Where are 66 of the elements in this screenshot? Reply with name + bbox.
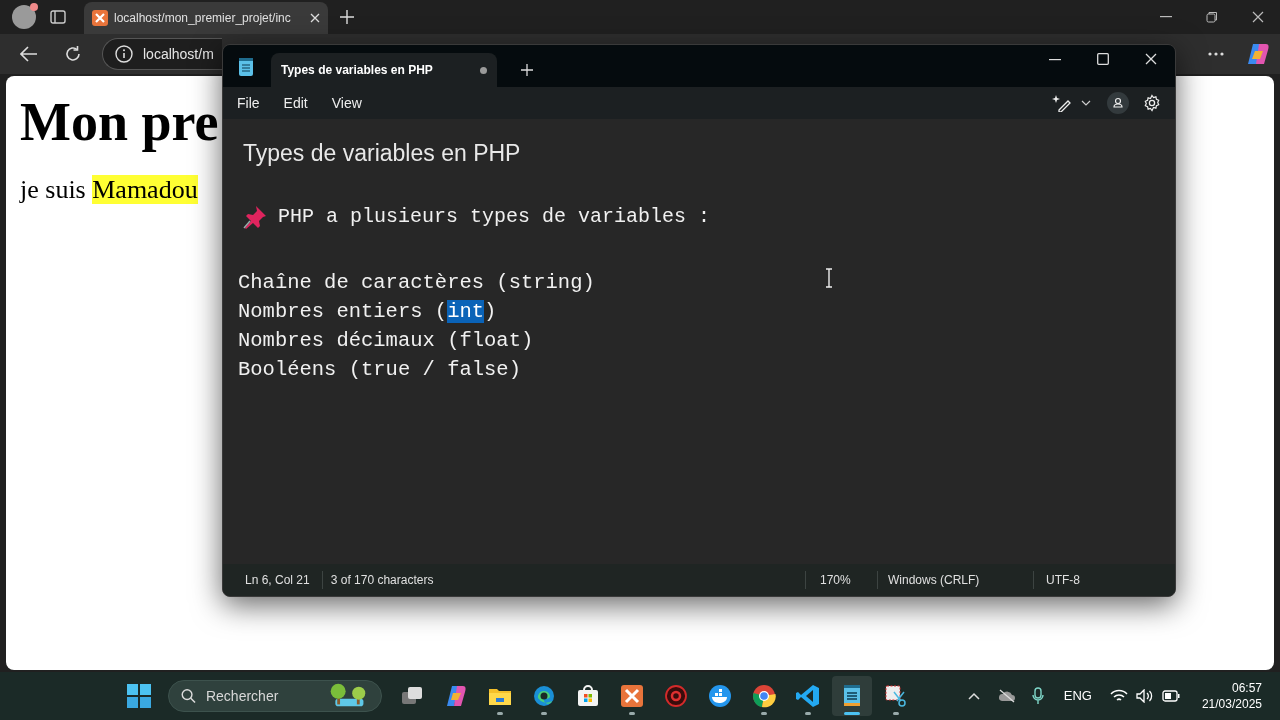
search-box[interactable]: Rechercher [168, 680, 382, 712]
document-heading: Types de variables en PHP [243, 139, 522, 167]
document-line: Booléens (true / false) [238, 357, 521, 383]
restore-icon[interactable] [1206, 11, 1218, 23]
tab-title: localhost/mon_premier_projet/inc [114, 10, 291, 27]
tab-title: Types de variables en PHP [281, 62, 433, 79]
tab-actions-icon[interactable] [50, 10, 66, 24]
store-bag-icon [576, 684, 600, 708]
page-heading: Mon pre [20, 91, 219, 154]
page-paragraph: je suis Mamadou [20, 174, 198, 206]
new-tab-icon[interactable] [521, 64, 533, 76]
volume-icon[interactable] [1135, 689, 1154, 703]
search-input[interactable]: Rechercher [205, 685, 316, 707]
menu-item[interactable]: Edit [271, 88, 320, 118]
document-line: Nombres entiers (int) [238, 299, 497, 325]
address-bar[interactable]: localhost/m [102, 38, 222, 70]
zoom-level[interactable]: 170% [805, 571, 877, 589]
clock-time[interactable]: 06:57 [1231, 680, 1262, 696]
close-icon[interactable] [310, 13, 320, 23]
character-count: 3 of 170 characters [329, 572, 434, 589]
battery-icon[interactable] [1161, 690, 1180, 702]
copilot-icon [444, 684, 468, 708]
target-icon [664, 684, 688, 708]
notepad-icon [239, 58, 253, 76]
account-icon[interactable] [1107, 92, 1129, 114]
text-cursor-icon [824, 268, 834, 288]
wifi-icon[interactable] [1109, 689, 1128, 703]
document-tab[interactable]: Types de variables en PHP [271, 53, 497, 87]
whale-icon [708, 684, 732, 708]
info-icon [115, 45, 133, 63]
address-text: localhost/m [143, 44, 214, 64]
scissors-icon [884, 684, 908, 708]
xampp-icon [620, 684, 644, 708]
app-favicon-icon [92, 10, 108, 26]
start-icon[interactable] [127, 684, 151, 708]
line-ending[interactable]: Windows (CRLF) [877, 571, 1033, 589]
close-icon[interactable] [1145, 53, 1157, 65]
cloud-off-icon[interactable] [997, 689, 1016, 703]
back-icon[interactable] [20, 46, 38, 62]
menu-item[interactable]: View [319, 88, 374, 118]
document-line: Nombres décimaux (float) [238, 328, 534, 354]
document-line: PHP a plusieurs types de variables : [278, 204, 711, 230]
cursor-position: Ln 6, Col 21 [223, 571, 323, 589]
profile-avatar[interactable] [12, 5, 36, 29]
chevron-up-icon[interactable] [967, 692, 980, 700]
pushpin-icon [242, 204, 268, 230]
chevron-down-icon[interactable] [1081, 100, 1091, 106]
reload-icon[interactable] [64, 45, 82, 63]
code-editor-icon [796, 684, 820, 708]
maximize-icon[interactable] [1097, 53, 1109, 65]
sparkle-pen-icon[interactable] [1051, 94, 1071, 112]
document-line: Chaîne de caractères (string) [238, 270, 595, 296]
browser-tab[interactable]: localhost/mon_premier_projet/inc [84, 2, 328, 34]
new-tab-button[interactable] [340, 10, 354, 24]
chrome-icon [752, 684, 776, 708]
clock-date[interactable]: 21/03/2025 [1201, 696, 1262, 712]
menu-item[interactable]: File [225, 88, 272, 118]
encoding[interactable]: UTF-8 [1033, 571, 1175, 589]
microphone-icon[interactable] [1031, 687, 1044, 705]
close-icon[interactable] [1252, 11, 1264, 23]
copilot-icon[interactable] [1246, 43, 1270, 65]
search-icon [181, 688, 196, 704]
settings-icon[interactable] [1143, 94, 1161, 112]
language-indicator[interactable]: ENG [1063, 686, 1092, 706]
more-icon[interactable] [1208, 52, 1224, 56]
edge-icon [532, 684, 556, 708]
